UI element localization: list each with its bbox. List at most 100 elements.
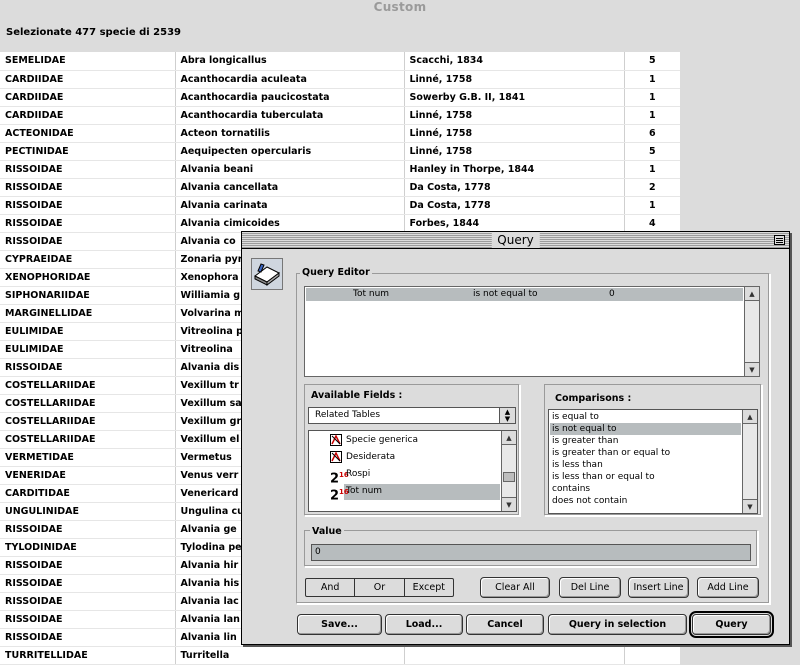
family-cell: RISSOIDAE bbox=[0, 520, 176, 539]
table-selector-popup[interactable]: Related Tables ▲ ▼ bbox=[308, 407, 516, 424]
comparisons-scrollbar[interactable]: ▲ ▼ bbox=[742, 410, 757, 513]
or-button[interactable]: Or bbox=[355, 579, 405, 596]
scroll-thumb[interactable] bbox=[503, 472, 515, 482]
query-button[interactable]: Query bbox=[689, 611, 774, 638]
del-line-button[interactable]: Del Line bbox=[559, 577, 621, 598]
table-row[interactable]: ACTEONIDAE Acteon tornatilis Linné, 1758 6 bbox=[0, 124, 680, 143]
family-cell: EULIMIDAE bbox=[0, 322, 176, 341]
query-dialog: Query Query Editor Tot num is not equal … bbox=[241, 231, 790, 645]
family-cell: TYLODINIDAE bbox=[0, 538, 176, 557]
comparison-item[interactable]: is not equal to bbox=[550, 423, 741, 435]
query-lines-list[interactable]: Tot num is not equal to 0 ▲ ▼ bbox=[304, 286, 760, 377]
clear-all-button[interactable]: Clear All bbox=[480, 577, 550, 598]
field-item-label: Tot num bbox=[346, 486, 383, 496]
comparison-item[interactable]: is greater than bbox=[550, 435, 741, 447]
comparison-item[interactable]: contains bbox=[550, 483, 741, 495]
comparison-item[interactable]: is equal to bbox=[550, 411, 741, 423]
scroll-up-arrow-icon[interactable]: ▲ bbox=[502, 431, 516, 445]
table-row[interactable]: CARDIIDAE Acanthocardia aculeata Linné, 17… bbox=[0, 70, 680, 89]
author-cell: Scacchi, 1834 bbox=[404, 52, 625, 71]
family-cell: COSTELLARIIDAE bbox=[0, 430, 176, 449]
table-row[interactable]: RISSOIDAE Alvania beani Hanley in Thorpe, … bbox=[0, 160, 680, 179]
table-row[interactable]: RISSOIDAE Alvania carinata Da Costa, 1778 1 bbox=[0, 196, 680, 215]
family-cell: MARGINELLIDAE bbox=[0, 304, 176, 323]
author-cell: Linné, 1758 bbox=[404, 142, 625, 161]
family-cell: CARDIIDAE bbox=[0, 70, 176, 89]
window-title: Custom bbox=[373, 0, 427, 14]
count-cell: 5 bbox=[624, 142, 680, 161]
comparison-item[interactable]: is less than or equal to bbox=[550, 471, 741, 483]
and-button[interactable]: And bbox=[306, 579, 356, 596]
scroll-down-arrow-icon[interactable]: ▼ bbox=[743, 499, 757, 513]
family-cell: EULIMIDAE bbox=[0, 340, 176, 359]
comparison-item[interactable]: does not contain bbox=[550, 495, 741, 507]
field-item[interactable]: 216 Rospi bbox=[310, 467, 500, 487]
species-cell: Turritella bbox=[175, 646, 405, 665]
count-cell: 5 bbox=[624, 52, 680, 71]
table-row[interactable]: TURRITELLIDAE Turritella bbox=[0, 646, 680, 665]
family-cell: CARDIIDAE bbox=[0, 106, 176, 125]
family-cell: RISSOIDAE bbox=[0, 196, 176, 215]
family-cell: COSTELLARIIDAE bbox=[0, 394, 176, 413]
table-row[interactable]: CARDIIDAE Acanthocardia tuberculata Linné,… bbox=[0, 106, 680, 125]
table-selector-value: Related Tables bbox=[315, 410, 381, 420]
query-line-value: 0 bbox=[609, 289, 615, 299]
family-cell: VERMETIDAE bbox=[0, 448, 176, 467]
family-cell: RISSOIDAE bbox=[0, 574, 176, 593]
species-cell: Alvania cancellata bbox=[175, 178, 405, 197]
query-line-operator: is not equal to bbox=[473, 289, 538, 299]
family-cell: SEMELIDAE bbox=[0, 52, 176, 71]
family-cell: RISSOIDAE bbox=[0, 628, 176, 647]
zoom-box-icon[interactable] bbox=[774, 235, 785, 245]
query-in-selection-button[interactable]: Query in selection bbox=[548, 614, 687, 635]
load-button[interactable]: Load... bbox=[385, 614, 463, 635]
add-line-button[interactable]: Add Line bbox=[697, 577, 759, 598]
family-cell: RISSOIDAE bbox=[0, 610, 176, 629]
field-item[interactable]: Desiderata bbox=[310, 450, 500, 466]
numeric-field-icon: 216 bbox=[330, 471, 349, 487]
table-row[interactable]: RISSOIDAE Alvania cancellata Da Costa, 177… bbox=[0, 178, 680, 197]
scroll-down-arrow-icon[interactable]: ▼ bbox=[502, 497, 516, 511]
dialog-titlebar[interactable]: Query bbox=[242, 232, 789, 249]
selection-summary: Selezionate 477 specie di 2539 bbox=[6, 27, 181, 38]
species-cell: Acanthocardia paucicostata bbox=[175, 88, 405, 107]
query-editor-label: Query Editor bbox=[300, 267, 372, 278]
except-button[interactable]: Except bbox=[405, 579, 453, 596]
comparison-item[interactable]: is less than bbox=[550, 459, 741, 471]
save-button[interactable]: Save... bbox=[297, 614, 382, 635]
family-cell: COSTELLARIIDAE bbox=[0, 412, 176, 431]
cancel-button[interactable]: Cancel bbox=[466, 614, 544, 635]
family-cell: RISSOIDAE bbox=[0, 160, 176, 179]
field-item[interactable]: 216 Tot num bbox=[310, 484, 500, 503]
table-row[interactable]: RISSOIDAE Alvania cimicoides Forbes, 1844 4 bbox=[0, 214, 680, 233]
field-item-label: Specie generica bbox=[346, 435, 418, 445]
comparisons-list[interactable]: is equal to is not equal to is greater tha… bbox=[548, 409, 758, 514]
fields-list[interactable]: Specie generica Desiderata 216 Rospi 216 Tot … bbox=[308, 430, 517, 512]
comparison-item[interactable]: is greater than or equal to bbox=[550, 447, 741, 459]
author-cell bbox=[404, 646, 625, 665]
table-row[interactable]: SEMELIDAE Abra longicallus Scacchi, 1834 5 bbox=[0, 52, 680, 71]
author-cell: Linné, 1758 bbox=[404, 124, 625, 143]
family-cell: CYPRAEIDAE bbox=[0, 250, 176, 269]
author-cell: Linné, 1758 bbox=[404, 70, 625, 89]
query-lines-scrollbar[interactable]: ▲ ▼ bbox=[744, 287, 759, 376]
field-item[interactable]: Specie generica bbox=[310, 433, 500, 449]
family-cell: VENERIDAE bbox=[0, 466, 176, 485]
count-cell bbox=[624, 646, 680, 665]
table-row[interactable]: CARDIIDAE Acanthocardia paucicostata Sower… bbox=[0, 88, 680, 107]
author-cell: Linné, 1758 bbox=[404, 106, 625, 125]
fields-scrollbar[interactable]: ▲ ▼ bbox=[501, 431, 516, 511]
popup-arrows-icon: ▲ ▼ bbox=[499, 408, 515, 423]
scroll-down-arrow-icon[interactable]: ▼ bbox=[745, 362, 759, 376]
species-cell: Alvania cimicoides bbox=[175, 214, 405, 233]
value-input[interactable]: 0 bbox=[311, 544, 751, 561]
insert-line-button[interactable]: Insert Line bbox=[628, 577, 689, 598]
family-cell: RISSOIDAE bbox=[0, 592, 176, 611]
family-cell: RISSOIDAE bbox=[0, 556, 176, 575]
scroll-up-arrow-icon[interactable]: ▲ bbox=[745, 287, 759, 301]
species-cell: Aequipecten opercularis bbox=[175, 142, 405, 161]
value-label: Value bbox=[310, 526, 344, 537]
table-row[interactable]: PECTINIDAE Aequipecten opercularis Linné, … bbox=[0, 142, 680, 161]
scroll-up-arrow-icon[interactable]: ▲ bbox=[743, 410, 757, 424]
query-line[interactable]: Tot num is not equal to 0 bbox=[306, 288, 743, 301]
